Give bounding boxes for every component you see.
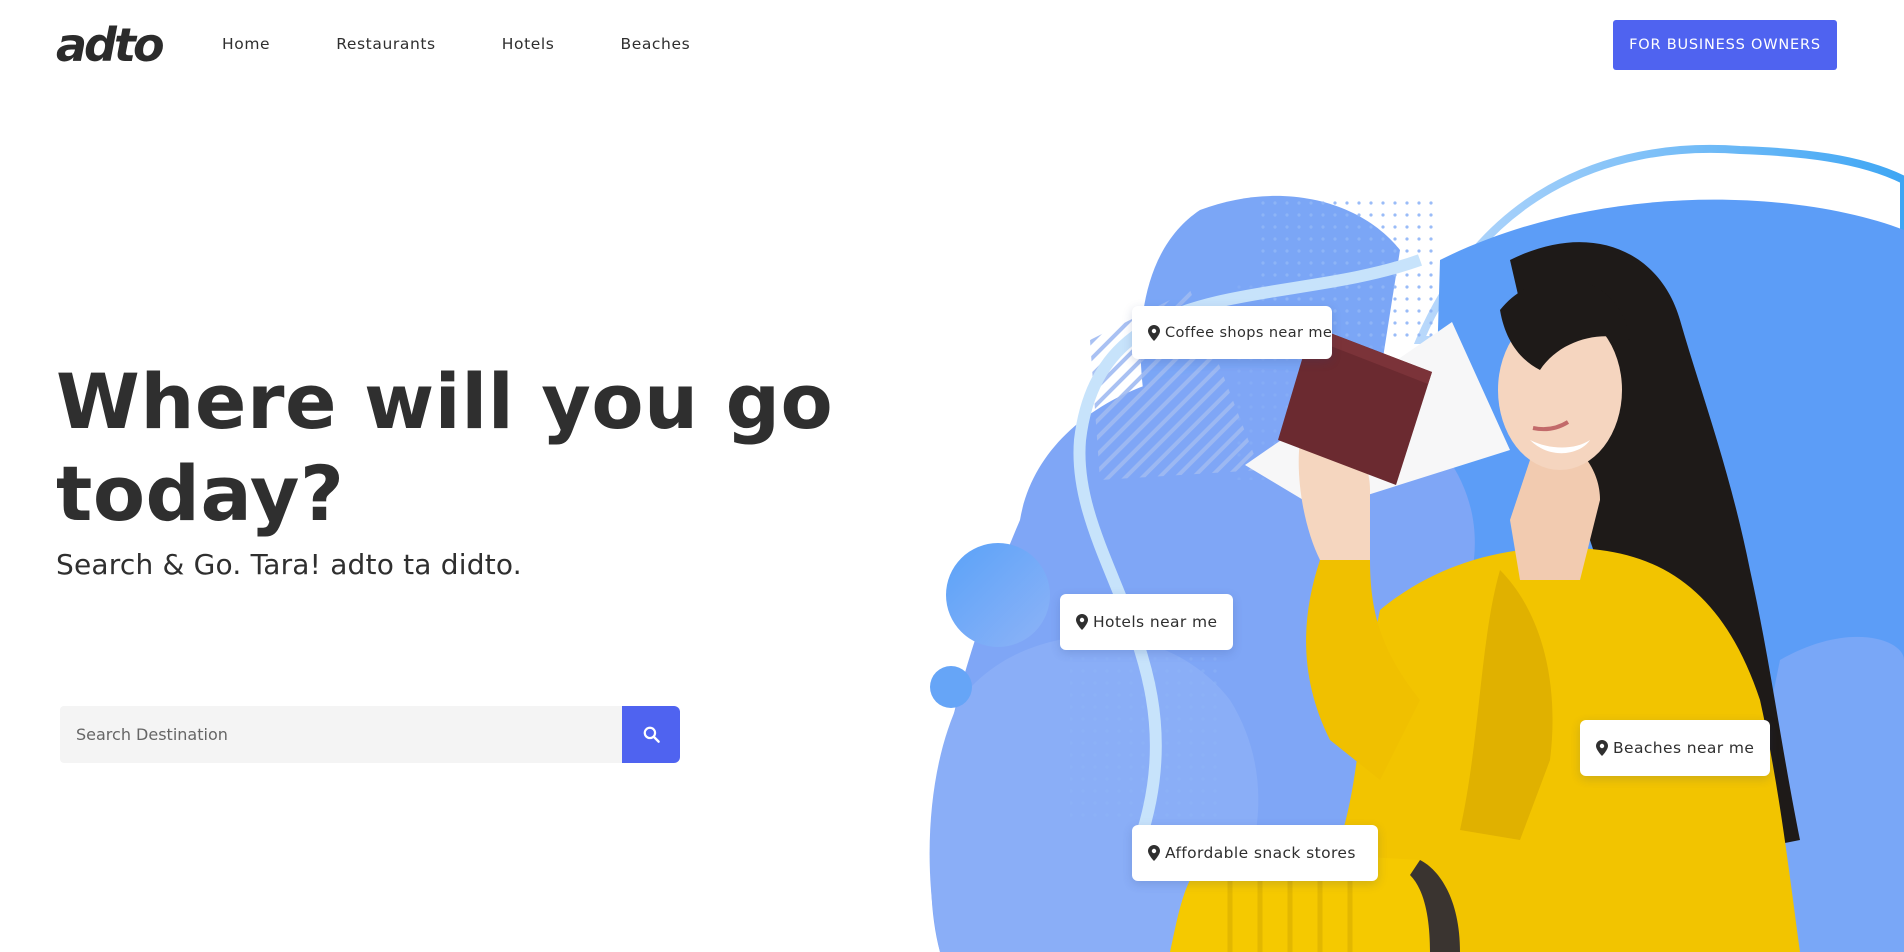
hero-subline: Search & Go. Tara! adto ta didto.	[56, 548, 522, 581]
suggestion-chip-hotels[interactable]: Hotels near me	[1060, 594, 1233, 650]
brand-logo[interactable]: adto	[56, 18, 165, 72]
suggestion-chip-beaches[interactable]: Beaches near me	[1580, 720, 1770, 776]
hero-illustration	[929, 145, 1904, 952]
search-bar	[60, 706, 680, 763]
hero-headline: Where will you go today?	[56, 357, 834, 538]
suggestion-chip-snack-stores[interactable]: Affordable snack stores	[1132, 825, 1378, 881]
map-pin-icon	[1148, 845, 1160, 861]
search-icon	[643, 726, 660, 743]
site-header: adto Home Restaurants Hotels Beaches FOR…	[0, 0, 1904, 90]
map-pin-icon	[1148, 324, 1160, 341]
chip-label: Hotels near me	[1093, 613, 1218, 631]
suggestion-chip-coffee-shops[interactable]: Coffee shops near me	[1132, 306, 1332, 359]
search-input[interactable]	[60, 706, 622, 763]
map-pin-icon	[1076, 614, 1088, 630]
nav-link-hotels[interactable]: Hotels	[502, 34, 555, 54]
nav-link-restaurants[interactable]: Restaurants	[336, 34, 436, 54]
chip-label: Affordable snack stores	[1165, 844, 1356, 862]
chip-label: Coffee shops near me	[1165, 324, 1333, 341]
map-pin-icon	[1596, 740, 1608, 756]
search-button[interactable]	[622, 706, 680, 763]
for-business-owners-button[interactable]: FOR BUSINESS OWNERS	[1613, 20, 1837, 70]
nav-link-beaches[interactable]: Beaches	[620, 34, 690, 54]
chip-label: Beaches near me	[1613, 739, 1755, 757]
nav-link-home[interactable]: Home	[222, 34, 270, 54]
main-nav: Home Restaurants Hotels Beaches	[222, 34, 756, 54]
